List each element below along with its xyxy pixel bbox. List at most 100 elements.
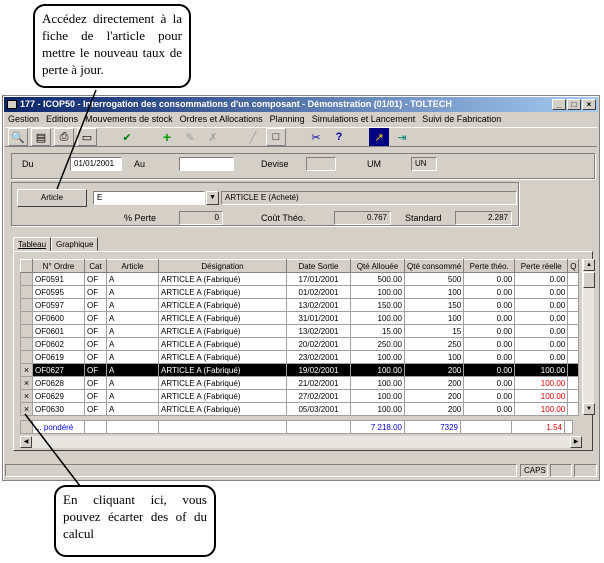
scroll-up-icon[interactable]: ▲ xyxy=(583,259,595,271)
cell-article: A xyxy=(106,311,159,325)
cell-designation: ARTICLE A (Fabriqué) xyxy=(158,363,287,377)
table-row[interactable]: OF0595 OF A ARTICLE A (Fabriqué) 01/02/2001 1… xyxy=(20,285,580,299)
tools-icon[interactable]: ✂ xyxy=(306,128,326,146)
column-header[interactable]: Perte théo. xyxy=(463,259,516,273)
table-row[interactable]: OF0600 OF A ARTICLE A (Fabriqué) 31/01/2001 1… xyxy=(20,311,580,325)
table-row[interactable]: × OF0629 OF A ARTICLE A (Fabriqué) 27/02/2001… xyxy=(20,389,580,403)
column-header[interactable]: Qté Allouée xyxy=(350,259,405,273)
cell-perte-reelle: 0.00 xyxy=(514,285,569,299)
au-field[interactable] xyxy=(179,157,234,171)
column-header[interactable]: Perte réelle xyxy=(514,259,569,273)
column-header[interactable]: Date Sortie xyxy=(286,259,351,273)
edit-icon[interactable]: ✎ xyxy=(180,128,200,146)
form-icon[interactable]: ▭ xyxy=(77,128,97,146)
column-header[interactable]: Article xyxy=(106,259,159,273)
cell-q xyxy=(567,272,580,286)
cell-alloue: 100.00 xyxy=(350,402,405,416)
cell-ordre: OF0591 xyxy=(32,272,85,286)
table-row[interactable]: OF0591 OF A ARTICLE A (Fabriqué) 17/01/2001 5… xyxy=(20,272,580,286)
cell-date: 05/03/2001 xyxy=(286,402,351,416)
exclude-toggle[interactable] xyxy=(20,272,33,286)
add-icon[interactable]: + xyxy=(157,128,177,146)
exclude-toggle[interactable]: × xyxy=(20,376,33,390)
exclude-toggle[interactable]: × xyxy=(20,363,33,377)
table-row[interactable]: × OF0628 OF A ARTICLE A (Fabriqué) 21/02/2001… xyxy=(20,376,580,390)
chart-icon[interactable]: ↗ xyxy=(369,128,389,146)
du-field[interactable]: 01/01/2001 xyxy=(70,157,122,171)
exclude-toggle[interactable]: × xyxy=(20,389,33,403)
vertical-scrollbar[interactable]: ▲ ▼ xyxy=(582,259,595,415)
exclude-toggle[interactable] xyxy=(20,285,33,299)
cell-perte-reelle: 100.00 xyxy=(514,389,569,403)
scroll-right-icon[interactable]: ▶ xyxy=(570,436,582,448)
menu-editions[interactable]: Editions xyxy=(46,113,78,125)
validate-icon[interactable]: ✔ xyxy=(117,128,137,146)
cell-ordre: OF0629 xyxy=(32,389,85,403)
article-code-field[interactable]: E xyxy=(93,191,205,205)
cell-designation: ARTICLE A (Fabriqué) xyxy=(158,350,287,364)
column-header[interactable]: N° Ordre xyxy=(32,259,85,273)
help-icon[interactable]: ? xyxy=(329,128,349,146)
menu-mouvements[interactable]: Mouvements de stock xyxy=(85,113,173,125)
menu-planning[interactable]: Planning xyxy=(270,113,305,125)
exclude-toggle[interactable] xyxy=(20,311,33,325)
delete-icon[interactable]: ✗ xyxy=(203,128,223,146)
scroll-left-icon[interactable]: ◀ xyxy=(20,436,32,448)
cell-article: A xyxy=(106,376,159,390)
cell-q xyxy=(567,389,580,403)
devise-field[interactable] xyxy=(306,157,336,171)
exclude-toggle[interactable] xyxy=(20,337,33,351)
cell-perte-theo: 0.00 xyxy=(463,350,516,364)
menu-ordres[interactable]: Ordres et Allocations xyxy=(180,113,263,125)
cell-cat: OF xyxy=(84,285,107,299)
cell-alloue: 100.00 xyxy=(350,285,405,299)
cell-consomme: 200 xyxy=(403,389,465,403)
cell-article: A xyxy=(106,402,159,416)
table-row[interactable]: OF0602 OF A ARTICLE A (Fabriqué) 20/02/2001 2… xyxy=(20,337,580,351)
pen-icon[interactable]: ╱ xyxy=(243,128,263,146)
menu-simulations[interactable]: Simulations et Lancement xyxy=(312,113,416,125)
cell-cat: OF xyxy=(84,402,107,416)
cell-date: 17/01/2001 xyxy=(286,272,351,286)
table-row[interactable]: × OF0630 OF A ARTICLE A (Fabriqué) 05/03/2001… xyxy=(20,402,580,416)
menu-gestion[interactable]: Gestion xyxy=(8,113,39,125)
cell-consomme: 200 xyxy=(403,363,465,377)
column-header[interactable]: Désignation xyxy=(158,259,287,273)
page-icon[interactable]: □ xyxy=(266,128,286,146)
exclude-toggle[interactable] xyxy=(20,298,33,312)
column-header[interactable]: Q xyxy=(567,259,580,273)
table-row[interactable]: OF0619 OF A ARTICLE A (Fabriqué) 23/02/2001 1… xyxy=(20,350,580,364)
maximize-button[interactable]: □ xyxy=(567,99,581,110)
column-header[interactable]: Cat xyxy=(84,259,107,273)
table-row[interactable]: × OF0627 OF A ARTICLE A (Fabriqué) 19/02/2001… xyxy=(20,363,580,377)
um-field[interactable]: UN xyxy=(411,157,437,171)
exclude-toggle[interactable] xyxy=(20,324,33,338)
cell-consomme: 250 xyxy=(403,337,465,351)
scroll-thumb[interactable] xyxy=(583,272,595,288)
exclude-toggle[interactable] xyxy=(20,350,33,364)
horizontal-scrollbar[interactable]: ◀ ▶ xyxy=(20,436,582,448)
column-header[interactable]: Qté consommé xyxy=(403,259,465,273)
tab-graphique[interactable]: Graphique xyxy=(51,237,99,251)
minimize-button[interactable]: _ xyxy=(552,99,566,110)
article-button[interactable]: Article xyxy=(17,189,87,207)
cell-date: 21/02/2001 xyxy=(286,376,351,390)
printer-icon[interactable]: ▤ xyxy=(31,128,51,146)
article-dropdown-icon[interactable]: ▼ xyxy=(206,191,219,205)
standard-label: Standard xyxy=(405,213,442,223)
total-table: ... pondéré 7 218.00 7329 1.54 xyxy=(20,420,573,434)
total-row: ... pondéré 7 218.00 7329 1.54 xyxy=(20,420,573,434)
cell-designation: ARTICLE A (Fabriqué) xyxy=(158,389,287,403)
scroll-down-icon[interactable]: ▼ xyxy=(583,403,595,415)
cell-ordre: OF0628 xyxy=(32,376,85,390)
table-row[interactable]: OF0601 OF A ARTICLE A (Fabriqué) 13/02/2001 1… xyxy=(20,324,580,338)
menu-suivi[interactable]: Suivi de Fabrication xyxy=(422,113,501,125)
preview-icon[interactable]: 🔍 xyxy=(8,128,28,146)
tab-tableau[interactable]: Tableau xyxy=(13,237,52,252)
cell-cat: OF xyxy=(84,389,107,403)
exit-icon[interactable]: ⇥ xyxy=(392,128,412,146)
close-button[interactable]: × xyxy=(582,99,596,110)
print-icon[interactable]: ⎙ xyxy=(54,128,74,146)
table-row[interactable]: OF0597 OF A ARTICLE A (Fabriqué) 13/02/2001 1… xyxy=(20,298,580,312)
exclude-toggle[interactable]: × xyxy=(20,402,33,416)
